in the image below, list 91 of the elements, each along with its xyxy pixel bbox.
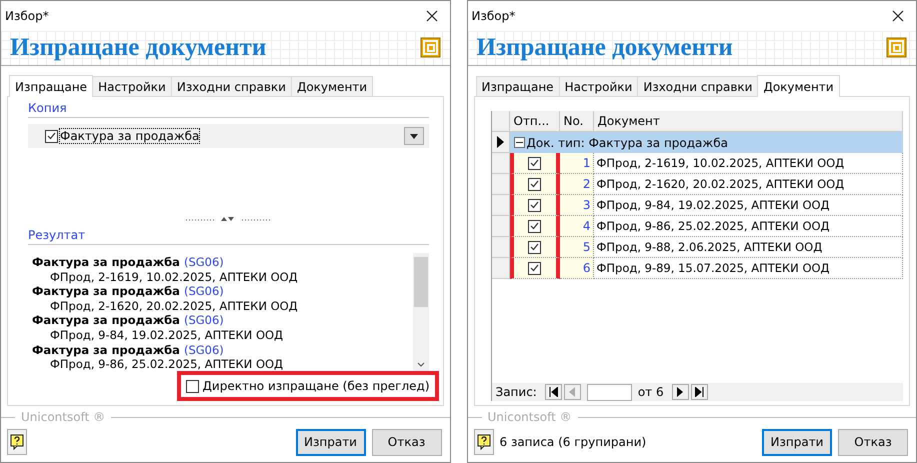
dialog-button[interactable]: Отказ [838, 428, 908, 456]
number-cell: 5 [560, 237, 594, 258]
result-title: Фактура за продажба (SG06) [32, 342, 225, 358]
checkbox[interactable] [528, 178, 541, 190]
result-title: Фактура за продажба (SG06) [32, 284, 225, 299]
first-icon [548, 387, 558, 397]
caret-icon [410, 134, 418, 138]
tab[interactable]: Настройки [558, 76, 638, 96]
last-icon [694, 387, 704, 397]
grid-corner [492, 111, 510, 132]
direct-send-checkbox[interactable]: Директно изпращане (без преглед) [176, 371, 438, 401]
row-pointer-icon [496, 136, 504, 148]
number-cell: 3 [560, 195, 594, 216]
checkbox[interactable] [528, 262, 541, 274]
column-header[interactable]: Документ [594, 111, 903, 132]
tab[interactable]: Настройки [92, 76, 172, 96]
tab[interactable]: Изходни справки [637, 76, 758, 96]
next-record-button[interactable] [672, 384, 689, 400]
column-header[interactable]: No. [560, 111, 594, 132]
close-icon [426, 10, 438, 22]
last-record-button[interactable] [690, 384, 708, 400]
logo-icon [420, 37, 442, 59]
tab[interactable]: Изходни справки [170, 76, 292, 96]
first-record-button[interactable] [544, 384, 562, 400]
navigator-label: Запис: [496, 385, 537, 399]
number-cell: 2 [560, 174, 594, 195]
checkbox[interactable] [528, 240, 541, 254]
checkbox[interactable] [45, 130, 58, 142]
splitter-handle[interactable] [186, 216, 270, 222]
document-cell: ФПрод, 9-84, 19.02.2025, АПТЕКИ ООД [594, 195, 903, 216]
close-icon [892, 10, 904, 22]
help-icon [476, 434, 490, 450]
status-text: 6 записа (6 групирани) [500, 435, 646, 449]
copy-label: Фактура за продажба [60, 129, 200, 143]
check-icon [530, 264, 539, 272]
document-cell: ФПрод, 9-86, 25.02.2025, АПТЕКИ ООД [594, 216, 903, 237]
help-icon [10, 434, 24, 450]
scroll-down-icon [416, 362, 424, 367]
checkbox[interactable] [528, 156, 541, 170]
tab[interactable]: Документи [290, 76, 374, 96]
checkbox[interactable] [528, 220, 541, 232]
number-cell: 1 [560, 153, 594, 174]
dialog-button[interactable]: Отказ [372, 428, 442, 456]
dialog-button[interactable]: Изпрати [762, 428, 832, 456]
next-icon [677, 387, 684, 397]
scrollbar[interactable] [412, 253, 428, 371]
section-title: Резултат [28, 228, 428, 245]
help-button[interactable] [7, 429, 27, 455]
result-detail: ФПрод, 9-84, 19.02.2025, АПТЕКИ ООД [49, 328, 284, 343]
check-icon [530, 243, 539, 251]
check-icon [530, 180, 539, 188]
section-title: Копия [28, 101, 428, 118]
number-cell: 4 [560, 216, 594, 237]
result-title: Фактура за продажба (SG06) [32, 255, 225, 270]
dialog-heading: Изпращане документи [476, 34, 733, 62]
result-detail: ФПрод, 2-1620, 20.02.2025, АПТЕКИ ООД [49, 298, 299, 314]
copy-row[interactable]: Фактура за продажба [28, 124, 428, 148]
check-icon [530, 159, 539, 167]
window-title: Избор* [472, 9, 516, 23]
result-detail: ФПрод, 9-86, 25.02.2025, АПТЕКИ ООД [49, 357, 284, 372]
tab[interactable]: Документи [757, 75, 840, 97]
toggle-sign-icon [516, 139, 522, 146]
brand-label: Unicontsoft ® [21, 410, 106, 424]
logo-icon [886, 37, 908, 59]
dialog-button[interactable]: Изпрати [296, 428, 366, 456]
group-row[interactable]: Док. тип: Фактура за продажба [510, 132, 903, 153]
checkbox[interactable] [528, 198, 541, 212]
document-cell: ФПрод, 9-89, 15.07.2025, АПТЕКИ ООД [594, 258, 903, 279]
record-total: от 6 [638, 385, 664, 399]
tab[interactable]: Изпращане [476, 76, 560, 96]
row-header[interactable] [492, 132, 510, 153]
dialog-heading: Изпращане документи [10, 34, 266, 62]
document-cell: ФПрод, 2-1619, 10.02.2025, АПТЕКИ ООД [594, 153, 903, 174]
check-icon [530, 222, 539, 230]
help-button[interactable] [474, 429, 494, 455]
result-detail: ФПрод, 2-1619, 10.02.2025, АПТЕКИ ООД [49, 270, 299, 284]
number-cell: 6 [560, 258, 594, 279]
document-cell: ФПрод, 9-88, 2.06.2025, АПТЕКИ ООД [594, 237, 903, 258]
column-header[interactable]: Отп... [510, 111, 560, 132]
record-field[interactable] [586, 384, 632, 400]
document-cell: ФПрод, 2-1620, 20.02.2025, АПТЕКИ ООД [594, 174, 903, 195]
tab[interactable]: Изпращане [9, 75, 94, 97]
checkbox[interactable] [186, 380, 199, 392]
check-icon [530, 201, 539, 209]
check-icon [47, 132, 56, 140]
collapse-toggle[interactable] [514, 137, 524, 148]
result-title: Фактура за продажба (SG06) [32, 313, 225, 328]
previous-icon [569, 387, 576, 397]
brand-label: Unicontsoft ® [488, 410, 572, 424]
dropdown-button[interactable] [404, 127, 424, 145]
window-title: Избор* [5, 9, 49, 23]
